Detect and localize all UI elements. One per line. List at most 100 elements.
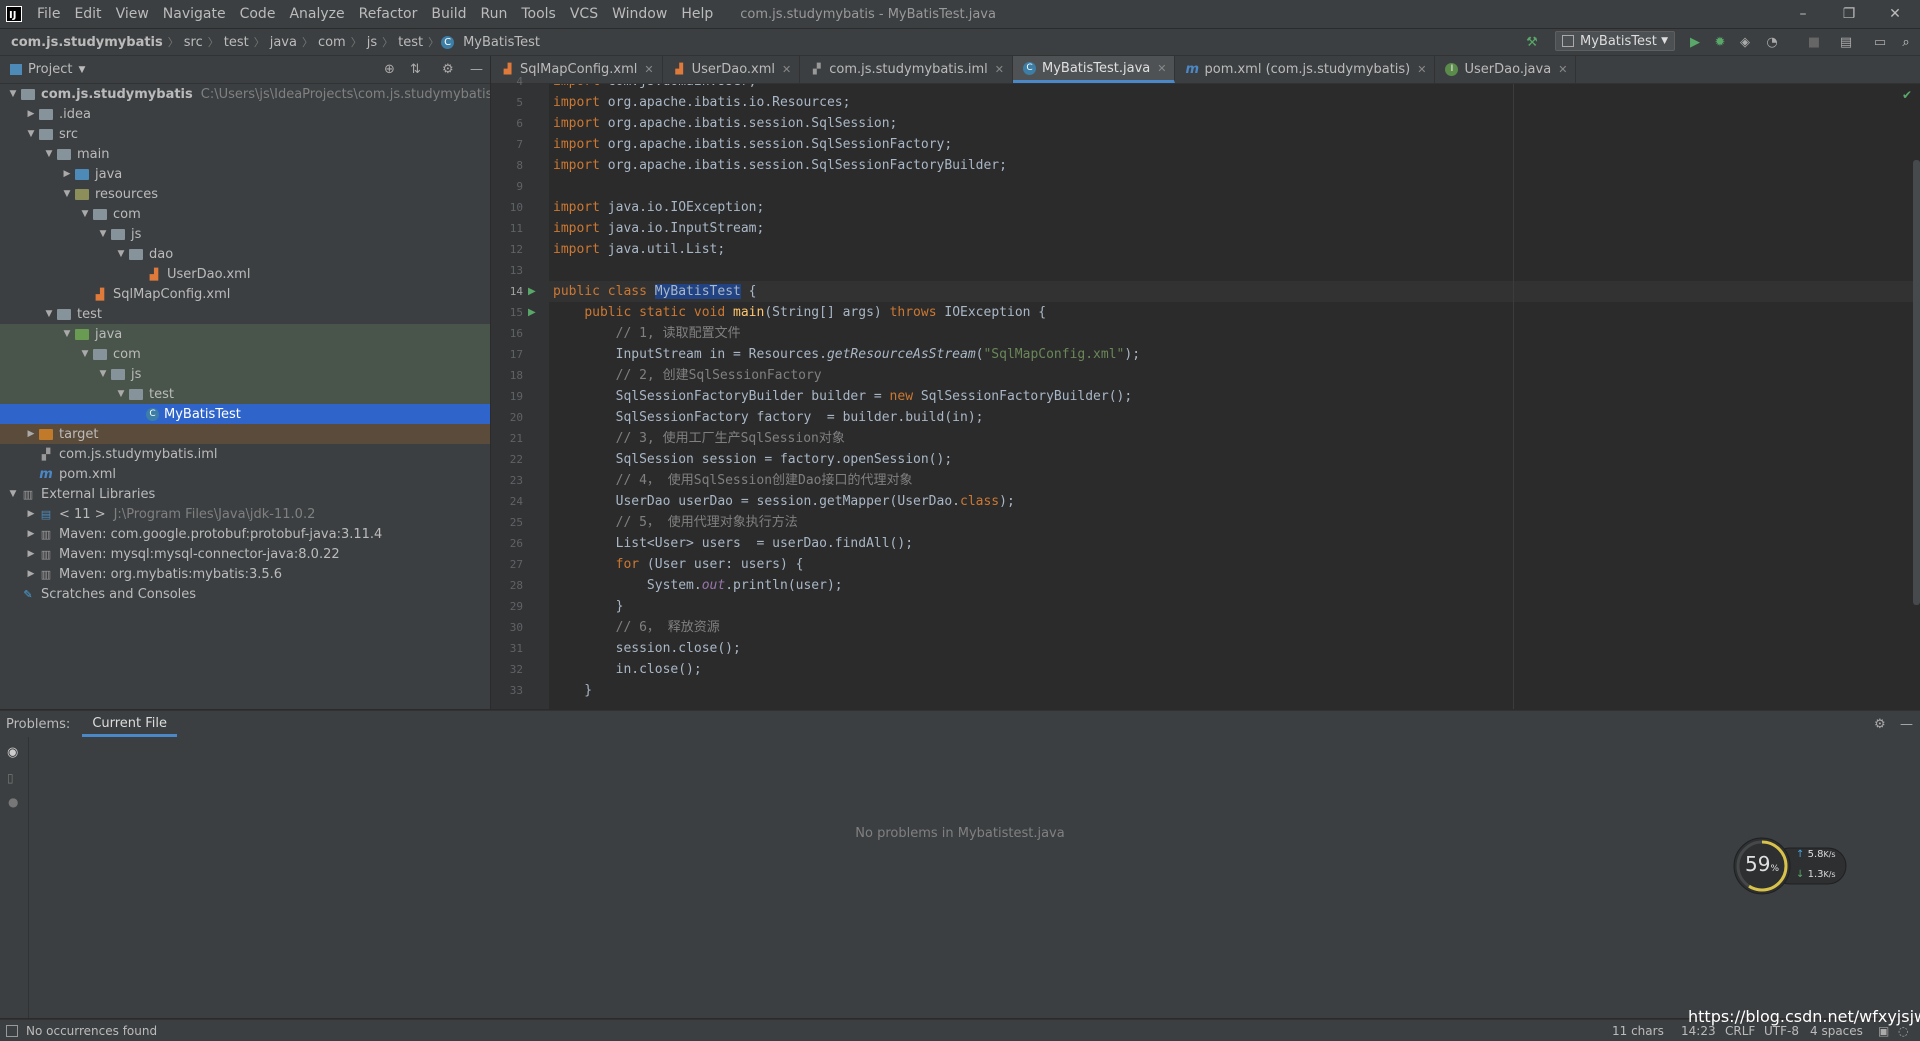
breadcrumb-item[interactable]: MyBatisTest <box>460 35 543 50</box>
code-line[interactable]: import com.js.domain.User; <box>553 84 757 92</box>
close-tab-icon[interactable]: ✕ <box>1558 63 1567 76</box>
code-line[interactable]: SqlSession session = factory.openSession… <box>553 449 953 470</box>
hide-panel-icon[interactable]: — <box>1900 717 1913 732</box>
code-line[interactable]: import org.apache.ibatis.session.SqlSess… <box>553 113 897 134</box>
breadcrumb-item[interactable]: com <box>315 35 349 50</box>
code-line[interactable]: import org.apache.ibatis.io.Resources; <box>553 92 850 113</box>
menu-file[interactable]: File <box>30 0 67 28</box>
tree-item[interactable]: ▶ ▤ < 11 > J:\Program Files\Java\jdk-11.0.2 <box>0 504 490 524</box>
chevron-down-icon[interactable]: ▼ <box>60 329 74 339</box>
editor-tab[interactable]: I UserDao.java ✕ <box>1435 56 1577 83</box>
code-line[interactable]: import java.util.List; <box>553 239 725 260</box>
chevron-down-icon[interactable]: ▼ <box>78 209 92 219</box>
tree-item[interactable]: ▶ target <box>0 424 490 444</box>
panel-toggle-icon[interactable] <box>6 1024 18 1037</box>
menu-build[interactable]: Build <box>424 0 473 28</box>
chevron-right-icon[interactable]: ▶ <box>24 549 38 559</box>
chevron-down-icon[interactable]: ▼ <box>42 149 56 159</box>
menu-navigate[interactable]: Navigate <box>156 0 233 28</box>
tree-item[interactable]: ▼ src <box>0 124 490 144</box>
chevron-down-icon[interactable]: ▼ <box>96 369 110 379</box>
code-line[interactable]: import java.io.InputStream; <box>553 218 764 239</box>
code-line[interactable]: in.close(); <box>553 659 702 680</box>
menu-help[interactable]: Help <box>674 0 720 28</box>
chevron-right-icon[interactable]: ▶ <box>24 429 38 439</box>
breadcrumb-item[interactable]: test <box>395 35 426 50</box>
code-line[interactable]: public class MyBatisTest { <box>549 281 1920 302</box>
collapse-all-icon[interactable]: ⇅ <box>410 62 421 77</box>
editor-scrollbar[interactable] <box>1913 160 1920 605</box>
tree-item[interactable]: ▼ ▥ External Libraries <box>0 484 490 504</box>
chevron-right-icon[interactable]: ▶ <box>24 509 38 519</box>
chevron-down-icon[interactable]: ▼ <box>24 129 38 139</box>
minimize-icon[interactable]: – <box>1780 0 1826 28</box>
gear-icon[interactable]: ⚙ <box>442 62 454 77</box>
tree-item[interactable]: ▶ ▥ Maven: mysql:mysql-connector-java:8.0.… <box>0 544 490 564</box>
close-tab-icon[interactable]: ✕ <box>1417 63 1426 76</box>
code-line[interactable]: // 1, 读取配置文件 <box>553 323 741 344</box>
menu-edit[interactable]: Edit <box>67 0 108 28</box>
code-line[interactable]: List<User> users = userDao.findAll(); <box>553 533 913 554</box>
tree-item[interactable]: ▼ js <box>0 364 490 384</box>
chevron-right-icon[interactable]: ▶ <box>60 169 74 179</box>
search-icon[interactable]: ⌕ <box>1896 33 1916 51</box>
code-line[interactable]: import org.apache.ibatis.session.SqlSess… <box>553 134 952 155</box>
tree-item[interactable]: C MyBatisTest <box>0 404 490 424</box>
tree-item[interactable]: ▼ com.js.studymybatis C:\Users\js\IdeaProj… <box>0 84 490 104</box>
tab-current-file[interactable]: Current File <box>82 711 178 737</box>
gear-icon[interactable]: ⚙ <box>1874 717 1886 732</box>
code-line[interactable]: import java.io.IOException; <box>553 197 764 218</box>
locate-file-icon[interactable]: ⊕ <box>384 62 395 77</box>
tree-item[interactable]: ▶ .idea <box>0 104 490 124</box>
run-configuration-dropdown[interactable]: MyBatisTest ▼ <box>1555 31 1675 51</box>
breadcrumb-item[interactable]: com.js.studymybatis <box>8 35 166 50</box>
coverage-icon[interactable]: ◈ <box>1735 33 1755 51</box>
chevron-right-icon[interactable]: ▶ <box>24 109 38 119</box>
code-line[interactable]: UserDao userDao = session.getMapper(User… <box>553 491 1015 512</box>
chevron-down-icon[interactable]: ▼ <box>6 489 20 499</box>
code-line[interactable]: session.close(); <box>553 638 741 659</box>
menu-tools[interactable]: Tools <box>514 0 563 28</box>
code-line[interactable]: public static void main(String[] args) t… <box>553 302 1046 323</box>
menu-vcs[interactable]: VCS <box>563 0 605 28</box>
tree-item[interactable]: ▼ resources <box>0 184 490 204</box>
menu-code[interactable]: Code <box>233 0 283 28</box>
code-line[interactable]: for (User user: users) { <box>553 554 804 575</box>
close-window-icon[interactable]: ✕ <box>1872 0 1918 28</box>
menu-refactor[interactable]: Refactor <box>352 0 425 28</box>
tree-item[interactable]: m pom.xml <box>0 464 490 484</box>
eye-icon[interactable]: ◉ <box>7 745 18 760</box>
close-tab-icon[interactable]: ✕ <box>1157 62 1166 75</box>
tree-item[interactable]: ▶ ▥ Maven: com.google.protobuf:protobuf-ja… <box>0 524 490 544</box>
editor-tab[interactable]: ▞ com.js.studymybatis.iml ✕ <box>800 56 1014 83</box>
chevron-down-icon[interactable]: ▼ <box>114 389 128 399</box>
code-line[interactable]: // 5， 使用代理对象执行方法 <box>553 512 798 533</box>
tree-item[interactable]: ▼ test <box>0 304 490 324</box>
layout-icon[interactable]: ▭ <box>1870 33 1890 51</box>
tree-item[interactable]: ▼ main <box>0 144 490 164</box>
selection-chars[interactable]: 11 chars <box>1612 1024 1664 1038</box>
editor-tab[interactable]: C MyBatisTest.java ✕ <box>1013 56 1176 83</box>
debug-icon[interactable]: ✹ <box>1710 33 1730 51</box>
run-gutter-icon[interactable]: ▶ <box>528 302 536 323</box>
code-line[interactable]: } <box>553 596 624 617</box>
tree-item[interactable]: ▼ dao <box>0 244 490 264</box>
chevron-right-icon[interactable]: ▶ <box>24 569 38 579</box>
close-tab-icon[interactable]: ✕ <box>995 63 1004 76</box>
chevron-down-icon[interactable]: ▼ <box>96 229 110 239</box>
tree-item[interactable]: ▼ js <box>0 224 490 244</box>
menu-window[interactable]: Window <box>605 0 674 28</box>
tree-item[interactable]: ▶ java <box>0 164 490 184</box>
preview-icon[interactable]: ▯ <box>7 771 14 785</box>
code-line[interactable]: // 2, 创建SqlSessionFactory <box>553 365 822 386</box>
code-editor[interactable]: import com.js.domain.User;import org.apa… <box>549 84 1920 709</box>
code-line[interactable]: SqlSessionFactory factory = builder.buil… <box>553 407 984 428</box>
tree-item[interactable]: ▟ SqlMapConfig.xml <box>0 284 490 304</box>
tree-item[interactable]: ▼ com <box>0 344 490 364</box>
tree-item[interactable]: ▼ java <box>0 324 490 344</box>
tree-item[interactable]: ▞ com.js.studymybatis.iml <box>0 444 490 464</box>
code-line[interactable]: import org.apache.ibatis.session.SqlSess… <box>553 155 1007 176</box>
chevron-down-icon[interactable]: ▼ <box>42 309 56 319</box>
tree-item[interactable]: ▼ test <box>0 384 490 404</box>
project-structure-icon[interactable]: ▤ <box>1836 33 1856 51</box>
